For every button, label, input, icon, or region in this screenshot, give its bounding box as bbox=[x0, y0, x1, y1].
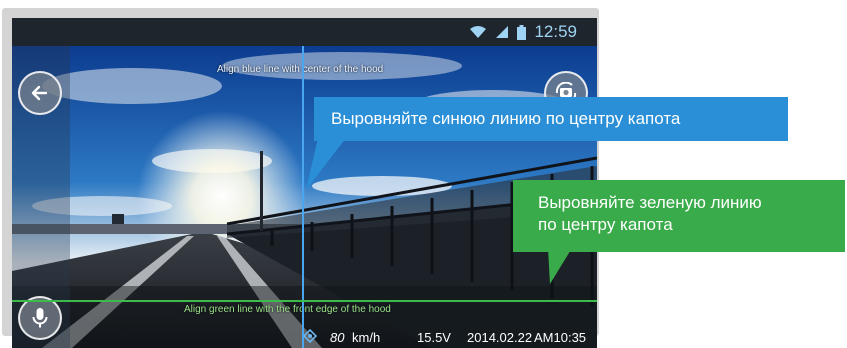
green-guide-line[interactable] bbox=[12, 300, 597, 302]
green-callout-text-line-2: по центру капота bbox=[538, 215, 673, 234]
camera-view: Align blue line with center of the hood … bbox=[12, 46, 597, 348]
wifi-icon bbox=[470, 26, 487, 38]
green-line-callout: Выровняйте зеленую линию по центру капот… bbox=[513, 180, 845, 252]
green-callout-pointer bbox=[548, 248, 572, 284]
green-guide-label: Align green line with the front edge of … bbox=[184, 304, 391, 315]
back-button[interactable] bbox=[18, 71, 62, 115]
status-bar: 12:59 bbox=[12, 18, 597, 46]
road-scene-image bbox=[12, 46, 597, 348]
battery-icon bbox=[517, 24, 527, 40]
signal-icon bbox=[496, 26, 509, 38]
back-arrow-icon bbox=[31, 85, 48, 101]
blue-callout-text: Выровняйте синюю линию по центру капота bbox=[331, 109, 681, 128]
info-bar: 80 km/h 15.5V 2014.02.22 AM10:35 bbox=[12, 328, 597, 348]
blue-guide-label: Align blue line with center of the hood bbox=[217, 64, 384, 75]
blue-guide-line[interactable] bbox=[302, 46, 304, 348]
blue-callout-pointer bbox=[306, 138, 346, 190]
green-callout-text-line-1: Выровняйте зеленую линию bbox=[538, 193, 762, 212]
microphone-icon bbox=[32, 308, 48, 328]
blue-line-callout: Выровняйте синюю линию по центру капота bbox=[314, 97, 788, 141]
status-time: 12:59 bbox=[534, 22, 577, 41]
